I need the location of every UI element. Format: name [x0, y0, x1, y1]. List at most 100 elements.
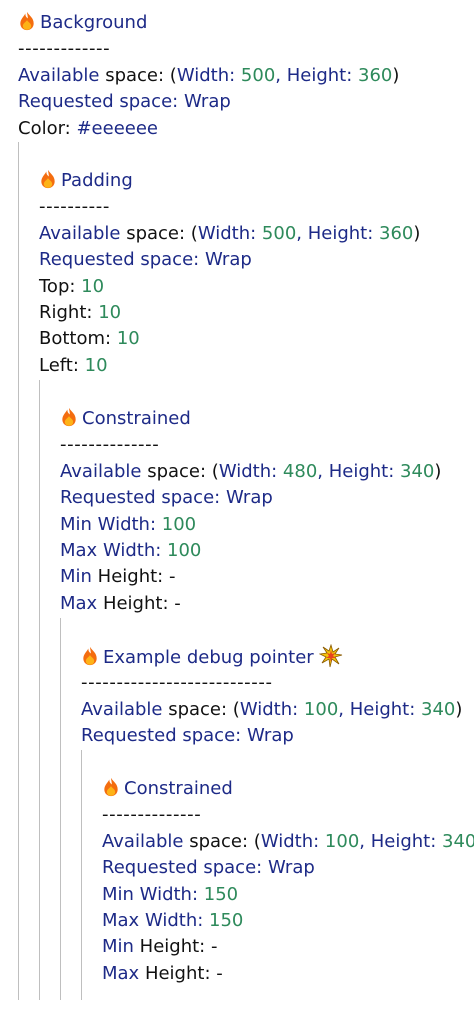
- max-width-row: Max Width: 150: [102, 908, 474, 934]
- available-prefix: Available: [60, 460, 142, 482]
- min-width-value: 100: [161, 513, 197, 535]
- min-width-row: Min Width: 150: [102, 882, 474, 908]
- height-value: 340: [421, 698, 456, 720]
- available-suffix: ): [455, 698, 463, 720]
- width-label: Width:: [176, 64, 241, 86]
- height-value: 360: [358, 64, 393, 86]
- tree-guide-line: [18, 142, 19, 1000]
- available-space-row: Available space: (Width: 100, Height: 34…: [81, 697, 462, 723]
- requested-space-row: Requested space: Wrap: [39, 247, 420, 273]
- separator-line: ----------: [39, 196, 110, 218]
- available-prefix: Available: [39, 222, 121, 244]
- available-prefix: Available: [81, 698, 163, 720]
- min-width-value: 150: [203, 883, 239, 905]
- min-height-prefix: Min: [102, 936, 134, 958]
- padding-right-label: Right:: [39, 301, 99, 323]
- available-space-row: Available space: (Width: 100, Height: 34…: [102, 829, 474, 855]
- min-width-prefix: Min: [60, 513, 92, 535]
- available-space-label: space: (: [120, 222, 198, 244]
- node-title-row: Constrained: [102, 776, 474, 802]
- requested-prefix: Requested: [81, 725, 177, 747]
- max-width-label: Width:: [139, 909, 210, 931]
- requested-space-row: Requested space: Wrap: [18, 89, 399, 115]
- min-height-label: Height: -: [91, 566, 176, 588]
- fire-icon: [102, 777, 120, 797]
- height-label: , Height:: [359, 830, 443, 852]
- node-title: Padding: [61, 170, 133, 191]
- fire-icon: [39, 169, 57, 189]
- node-title: Constrained: [124, 778, 233, 799]
- max-height-row: Max Height: -: [60, 591, 441, 617]
- width-label: Width:: [239, 698, 304, 720]
- min-width-row: Min Width: 100: [60, 512, 441, 538]
- requested-space-label: space: Wrap: [155, 487, 273, 509]
- node-background: Background ------------- Available space…: [18, 10, 399, 142]
- width-label: Width:: [218, 460, 283, 482]
- fire-icon: [60, 407, 78, 427]
- min-height-row: Min Height: -: [102, 934, 474, 960]
- burst-icon: [318, 643, 343, 668]
- width-value: 480: [282, 460, 318, 482]
- separator-line: -------------: [18, 38, 111, 60]
- padding-left-label: Left:: [39, 354, 85, 376]
- available-space-row: Available space: (Width: 500, Height: 36…: [39, 221, 420, 247]
- tree-guide-line: [39, 380, 40, 1000]
- node-constrained-inner: Constrained -------------- Available spa…: [102, 776, 474, 987]
- available-prefix: Available: [102, 830, 184, 852]
- max-width-value: 100: [167, 539, 202, 561]
- available-space-label: space: (: [99, 64, 177, 86]
- available-space-label: space: (: [162, 698, 240, 720]
- padding-left-row: Left: 10: [39, 353, 420, 379]
- color-row: Color: #eeeeee: [18, 116, 399, 142]
- requested-prefix: Requested: [102, 857, 198, 879]
- requested-prefix: Requested: [18, 91, 114, 113]
- width-value: 100: [303, 698, 339, 720]
- height-label: , Height:: [275, 64, 359, 86]
- max-height-label: Height: -: [139, 962, 223, 984]
- padding-bottom-label: Bottom:: [39, 328, 117, 350]
- max-width-row: Max Width: 100: [60, 538, 441, 564]
- available-space-label: space: (: [183, 830, 261, 852]
- max-height-prefix: Max: [60, 592, 98, 614]
- width-label: Width:: [197, 222, 262, 244]
- height-label: , Height:: [338, 698, 422, 720]
- node-title-row: Padding: [39, 168, 420, 194]
- node-title: Example debug pointer: [103, 647, 314, 668]
- available-space-row: Available space: (Width: 480, Height: 34…: [60, 459, 441, 485]
- height-value: 340: [400, 460, 435, 482]
- tree-guide-line: [81, 750, 82, 1000]
- separator-line: --------------: [60, 434, 160, 456]
- node-constrained: Constrained -------------- Available spa…: [60, 406, 441, 617]
- padding-top-value: 10: [81, 275, 105, 297]
- min-width-prefix: Min: [102, 883, 134, 905]
- color-value: #eeeeee: [76, 117, 158, 139]
- requested-space-label: space: Wrap: [176, 725, 294, 747]
- width-value: 500: [240, 64, 276, 86]
- height-label: , Height:: [317, 460, 401, 482]
- separator-line: ---------------------------: [81, 672, 273, 694]
- node-example-debug-pointer: Example debug pointer ------------------…: [81, 643, 462, 750]
- requested-space-label: space: Wrap: [113, 91, 231, 113]
- node-title: Constrained: [82, 408, 191, 429]
- available-suffix: ): [413, 222, 421, 244]
- padding-bottom-value: 10: [116, 328, 140, 350]
- available-suffix: ): [392, 64, 400, 86]
- padding-left-value: 10: [84, 354, 108, 376]
- width-value: 100: [324, 830, 360, 852]
- node-title-row: Constrained: [60, 406, 441, 432]
- height-value: 360: [379, 222, 414, 244]
- max-width-value: 150: [209, 909, 244, 931]
- requested-space-label: space: Wrap: [197, 857, 315, 879]
- min-height-row: Min Height: -: [60, 564, 441, 590]
- available-space-row: Available space: (Width: 500, Height: 36…: [18, 63, 399, 89]
- requested-space-row: Requested space: Wrap: [102, 855, 474, 881]
- max-width-label: Width:: [97, 539, 168, 561]
- fire-icon: [18, 11, 36, 31]
- available-space-label: space: (: [141, 460, 219, 482]
- separator-line: --------------: [102, 804, 202, 826]
- color-label: Color:: [18, 117, 77, 139]
- padding-top-row: Top: 10: [39, 274, 420, 300]
- width-value: 500: [261, 222, 297, 244]
- available-prefix: Available: [18, 64, 100, 86]
- requested-space-row: Requested space: Wrap: [81, 723, 462, 749]
